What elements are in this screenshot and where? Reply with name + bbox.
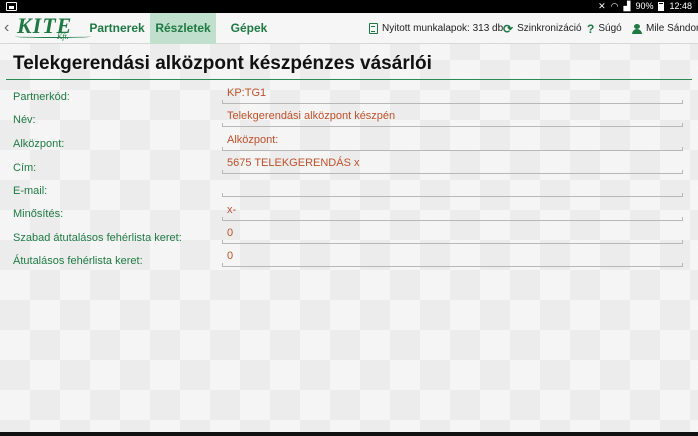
field-nev[interactable]: Telekgerendási alközpont készpén: [222, 109, 683, 127]
label-cim: Cím:: [13, 162, 37, 174]
sync-icon: ⟳: [503, 21, 514, 36]
help-icon: ?: [587, 21, 595, 36]
clock: 12:48: [669, 1, 692, 11]
sync-button[interactable]: ⟳ Szinkronizáció: [503, 13, 582, 44]
tab-reszletek[interactable]: Részletek: [150, 13, 216, 44]
user-icon: [632, 23, 642, 34]
image-notification-icon: [6, 2, 17, 11]
back-chevron-icon[interactable]: ‹: [4, 20, 14, 36]
field-cim[interactable]: 5675 TELEKGERENDÁS x: [222, 156, 683, 174]
field-minosites[interactable]: x-: [222, 203, 683, 221]
app-header: ‹ KITE Kft. Partnerek Részletek Gépek Ny…: [0, 13, 698, 44]
help-label: Súgó: [598, 23, 622, 34]
kite-logo: KITE Kft.: [15, 13, 91, 42]
title-divider: [6, 79, 692, 80]
field-email[interactable]: [222, 179, 683, 197]
sync-label: Szinkronizáció: [517, 23, 582, 34]
open-worksheets-button[interactable]: Nyitott munkalapok: 313 db: [369, 13, 503, 44]
label-minosites: Minősítés:: [13, 208, 64, 220]
field-szabad-keret[interactable]: 0: [222, 226, 683, 244]
label-nev: Név:: [13, 114, 36, 126]
tab-partnerek[interactable]: Partnerek: [86, 13, 148, 44]
page-title: Telekgerendási alközpont készpénzes vásá…: [13, 53, 432, 74]
open-worksheets-label: Nyitott munkalapok: 313 db: [382, 23, 504, 34]
field-partnerkod[interactable]: KP:TG1: [222, 86, 683, 104]
signal-icon: ▟: [623, 1, 631, 11]
label-alkozpont: Alközpont:: [13, 138, 65, 150]
field-atutalasos-keret[interactable]: 0: [222, 249, 683, 267]
tab-gepek[interactable]: Gépek: [226, 13, 272, 44]
battery-icon: [658, 2, 665, 11]
label-email: E-mail:: [13, 185, 48, 197]
logo-swoosh: [15, 35, 91, 38]
label-szabad-keret: Szabad átutalásos fehérlista keret:: [13, 232, 182, 244]
wifi-icon: ◠: [610, 1, 619, 11]
user-button[interactable]: Mile Sándor: [632, 13, 698, 44]
battery-percent: 90%: [635, 1, 654, 11]
label-partnerkod: Partnerkód:: [13, 91, 70, 103]
bottom-edge: [0, 432, 698, 436]
label-atutalasos-keret: Átutalásos fehérlista keret:: [13, 255, 143, 267]
logo-subtext: Kft.: [57, 32, 69, 41]
help-button[interactable]: ? Súgó: [587, 13, 622, 44]
status-bar: ✕ ◠ ▟ 90% 12:48: [0, 0, 698, 13]
status-icons: ✕ ◠ ▟ 90% 12:48: [598, 1, 692, 12]
user-name: Mile Sándor: [646, 23, 698, 34]
field-alkozpont[interactable]: Alközpont:: [222, 133, 683, 151]
mute-icon: ✕: [598, 1, 606, 11]
worksheet-icon: [369, 23, 378, 34]
